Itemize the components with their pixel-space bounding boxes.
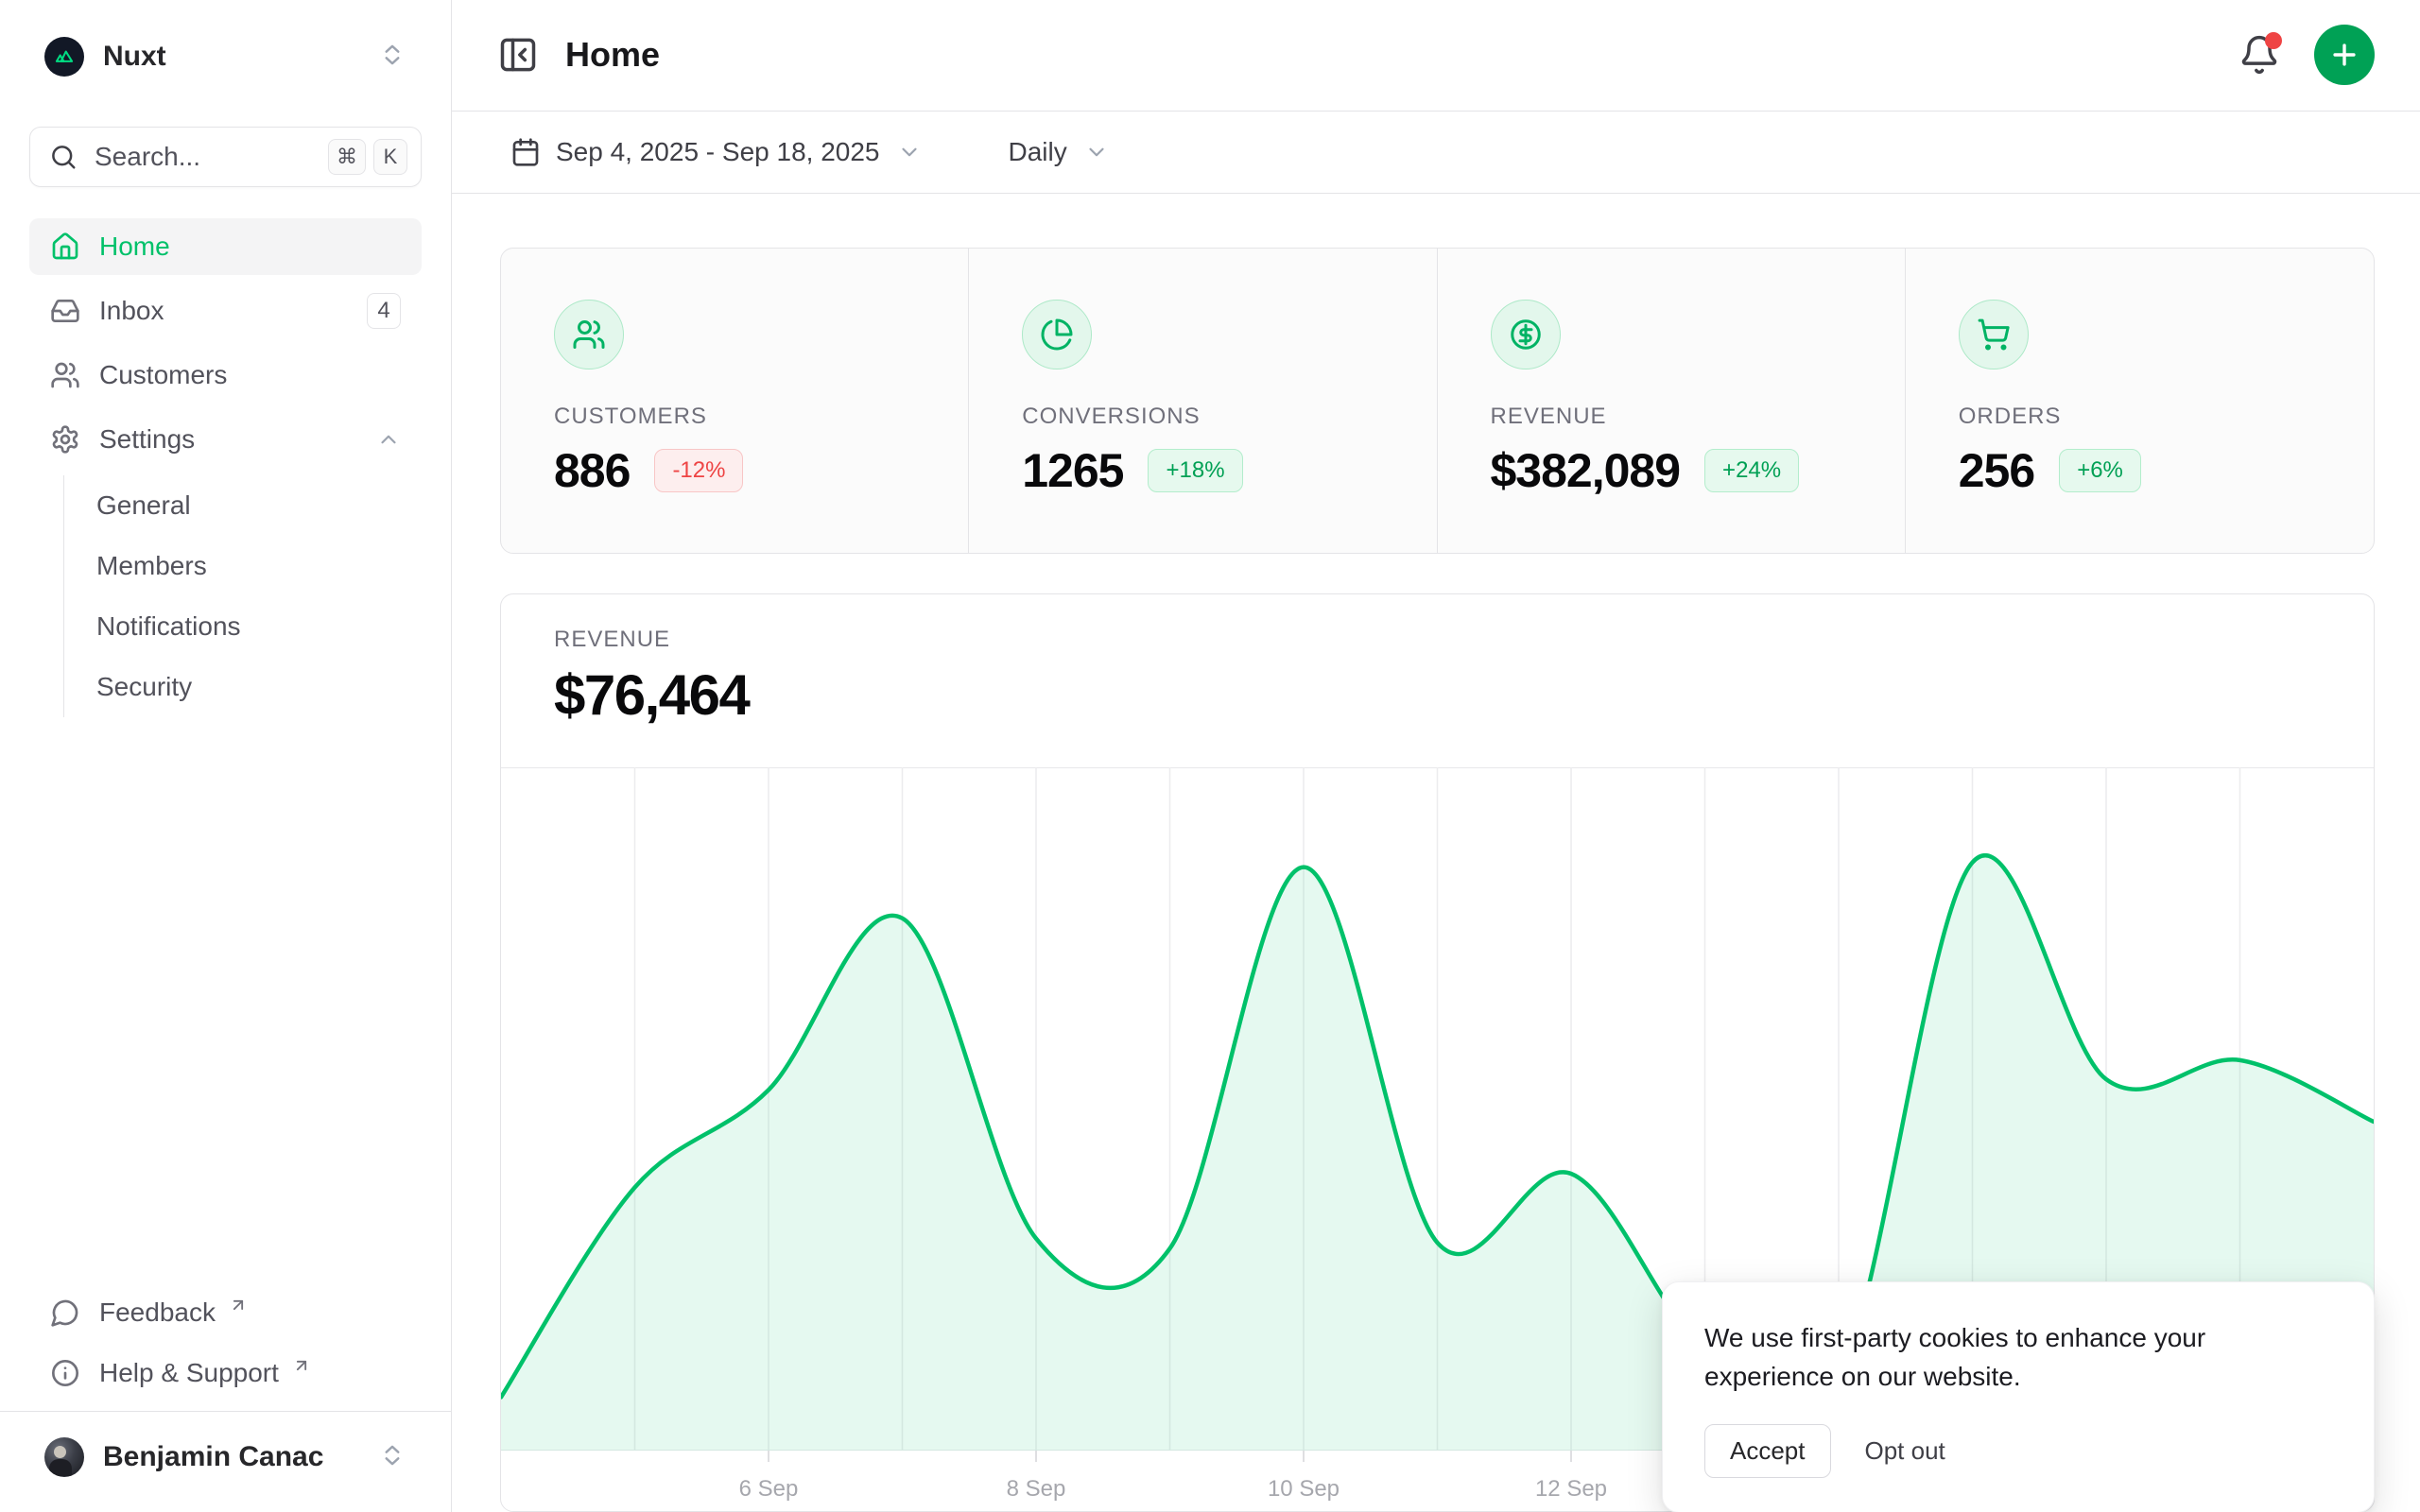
- help-support-label: Help & Support: [99, 1358, 279, 1388]
- inbox-icon: [50, 296, 80, 326]
- stat-card-orders: ORDERS 256 +6%: [1906, 249, 2374, 553]
- sidebar-item-customers[interactable]: Customers: [29, 347, 422, 404]
- avatar: [44, 1437, 84, 1477]
- stat-delta-badge: -12%: [654, 449, 743, 492]
- svg-text:6 Sep: 6 Sep: [739, 1476, 799, 1502]
- accept-cookies-button[interactable]: Accept: [1704, 1424, 1831, 1478]
- search-icon: [49, 143, 78, 171]
- external-link-icon: [292, 1356, 311, 1375]
- chevron-down-icon: [897, 140, 922, 164]
- chat-bubble-icon: [50, 1297, 80, 1328]
- page-title: Home: [565, 35, 2238, 75]
- external-link-icon: [229, 1296, 248, 1314]
- kbd-meta: ⌘: [328, 139, 366, 175]
- workspace-name: Nuxt: [103, 41, 378, 73]
- sidebar: Nuxt Search... ⌘ K Home: [0, 0, 452, 1512]
- search-input[interactable]: Search... ⌘ K: [29, 127, 422, 187]
- stat-card-revenue: REVENUE $382,089 +24%: [1438, 249, 1906, 553]
- sidebar-item-inbox[interactable]: Inbox 4: [29, 283, 422, 339]
- stat-card-customers: CUSTOMERS 886 -12%: [501, 249, 969, 553]
- sidebar-item-label: Customers: [99, 360, 227, 390]
- dollar-circle-icon: [1491, 300, 1561, 369]
- nuxt-logo-icon: [44, 37, 84, 77]
- users-icon: [554, 300, 624, 369]
- stat-value: 1265: [1022, 443, 1123, 498]
- chevron-down-icon: [1084, 140, 1109, 164]
- page-header: Home: [452, 0, 2420, 112]
- granularity-label: Daily: [1009, 137, 1067, 167]
- optout-cookies-button[interactable]: Opt out: [1846, 1425, 1964, 1477]
- user-name: Benjamin Canac: [103, 1441, 359, 1473]
- stat-value: 886: [554, 443, 630, 498]
- sidebar-nav: Home Inbox 4 Customers Sett: [29, 218, 422, 717]
- chevrons-up-down-icon: [378, 1441, 406, 1474]
- stat-delta-badge: +24%: [1704, 449, 1799, 492]
- collapse-sidebar-icon[interactable]: [497, 34, 539, 76]
- revenue-label: REVENUE: [554, 627, 2321, 653]
- gear-icon: [50, 424, 80, 455]
- add-button[interactable]: [2314, 25, 2375, 85]
- granularity-select[interactable]: Daily: [995, 128, 1122, 177]
- sidebar-item-members[interactable]: Members: [64, 536, 422, 596]
- sidebar-item-label: Home: [99, 232, 170, 262]
- stat-card-conversions: CONVERSIONS 1265 +18%: [969, 249, 1437, 553]
- sidebar-item-label: Settings: [99, 424, 195, 455]
- stat-value: $382,089: [1491, 443, 1681, 498]
- sidebar-item-security[interactable]: Security: [64, 657, 422, 717]
- date-range-label: Sep 4, 2025 - Sep 18, 2025: [556, 137, 880, 167]
- stat-delta-badge: +18%: [1148, 449, 1242, 492]
- filters-toolbar: Sep 4, 2025 - Sep 18, 2025 Daily: [452, 112, 2420, 194]
- chevrons-up-down-icon: [378, 41, 406, 74]
- users-icon: [50, 360, 80, 390]
- svg-text:10 Sep: 10 Sep: [1268, 1476, 1340, 1502]
- user-menu[interactable]: Benjamin Canac: [29, 1412, 422, 1503]
- sidebar-item-home[interactable]: Home: [29, 218, 422, 275]
- svg-text:8 Sep: 8 Sep: [1007, 1476, 1066, 1502]
- kbd-k: K: [373, 139, 407, 175]
- feedback-link[interactable]: Feedback: [29, 1282, 422, 1343]
- stat-delta-badge: +6%: [2059, 449, 2141, 492]
- cookie-message: We use first-party cookies to enhance yo…: [1704, 1318, 2309, 1396]
- sidebar-footer: Feedback Help & Support Benjamin Canac: [29, 1282, 422, 1512]
- svg-text:12 Sep: 12 Sep: [1535, 1476, 1607, 1502]
- info-circle-icon: [50, 1358, 80, 1388]
- pie-chart-icon: [1022, 300, 1092, 369]
- cookie-banner: We use first-party cookies to enhance yo…: [1662, 1281, 2375, 1512]
- stat-label: REVENUE: [1491, 404, 1852, 430]
- chevron-up-icon: [376, 427, 401, 452]
- notifications-bell-icon[interactable]: [2238, 34, 2280, 76]
- calendar-icon: [510, 137, 541, 167]
- date-range-picker[interactable]: Sep 4, 2025 - Sep 18, 2025: [497, 128, 935, 177]
- sidebar-item-label: Inbox: [99, 296, 164, 326]
- sidebar-item-settings[interactable]: Settings: [29, 411, 422, 468]
- search-placeholder: Search...: [95, 142, 320, 172]
- feedback-label: Feedback: [99, 1297, 216, 1328]
- app-window: Nuxt Search... ⌘ K Home: [0, 0, 2420, 1512]
- cart-icon: [1959, 300, 2029, 369]
- stats-grid: CUSTOMERS 886 -12% CONVERSIONS 1265 +18%: [500, 248, 2375, 554]
- workspace-selector[interactable]: Nuxt: [29, 23, 422, 91]
- inbox-count-badge: 4: [367, 293, 401, 329]
- help-support-link[interactable]: Help & Support: [29, 1343, 422, 1403]
- stat-value: 256: [1959, 443, 2034, 498]
- sidebar-item-general[interactable]: General: [64, 475, 422, 536]
- stat-label: ORDERS: [1959, 404, 2321, 430]
- stat-label: CUSTOMERS: [554, 404, 915, 430]
- home-icon: [50, 232, 80, 262]
- sidebar-item-notifications[interactable]: Notifications: [64, 596, 422, 657]
- revenue-total: $76,464: [554, 662, 2321, 728]
- stat-label: CONVERSIONS: [1022, 404, 1383, 430]
- settings-subnav: General Members Notifications Security: [63, 475, 422, 717]
